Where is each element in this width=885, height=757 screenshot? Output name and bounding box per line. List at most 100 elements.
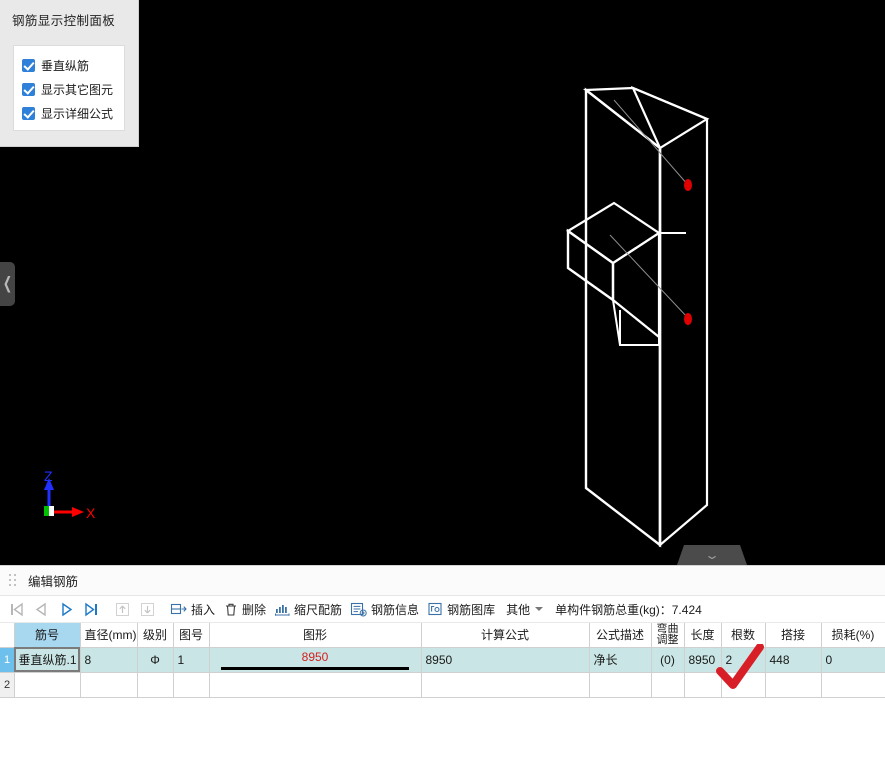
cell-bend-adjust[interactable]	[651, 672, 685, 698]
cell-shape[interactable]: 8950	[209, 647, 422, 673]
chevron-left-icon: ❮	[2, 274, 13, 293]
move-up-button[interactable]	[110, 598, 135, 621]
col-header-lap[interactable]: 搭接	[765, 623, 822, 648]
cell-rebar-no[interactable]	[14, 672, 81, 698]
col-header-shape[interactable]: 图形	[209, 623, 422, 648]
edit-rebar-pane: 编辑钢筋 插入 删除 缩尺配筋 钢筋信息 钢筋图库 其他 单构件钢筋总重(kg)…	[0, 565, 885, 757]
checkbox-label: 显示详细公式	[41, 106, 114, 121]
shape-bar-graphic	[221, 666, 409, 670]
cell-count[interactable]	[721, 672, 766, 698]
rebar-library-label: 钢筋图库	[447, 602, 496, 617]
last-record-button[interactable]	[79, 598, 104, 621]
rebar-display-control-panel: 钢筋显示控制面板 垂直纵筋 显示其它图元 显示详细公式	[0, 0, 139, 147]
chevron-down-icon	[535, 607, 544, 611]
cell-shape[interactable]	[209, 672, 422, 698]
table-header-row: 筋号 直径(mm) 级别 图号 图形 计算公式 公式描述 弯曲调整 长度 根数 …	[0, 623, 885, 648]
chevron-down-icon: ⌄	[703, 548, 721, 562]
next-record-button[interactable]	[54, 598, 79, 621]
col-header-grade[interactable]: 级别	[137, 623, 174, 648]
gutter-corner[interactable]	[0, 623, 15, 648]
cell-loss[interactable]	[821, 672, 885, 698]
control-panel-options: 垂直纵筋 显示其它图元 显示详细公式	[13, 45, 125, 131]
insert-row-label: 插入	[191, 602, 216, 617]
drag-grip-icon[interactable]	[9, 573, 18, 588]
first-record-button[interactable]	[4, 598, 29, 621]
cell-rebar-no[interactable]: 垂直纵筋.1	[14, 647, 81, 673]
rebar-table[interactable]: 筋号 直径(mm) 级别 图号 图形 计算公式 公式描述 弯曲调整 长度 根数 …	[0, 623, 885, 698]
first-record-icon	[11, 602, 23, 616]
col-header-formula[interactable]: 计算公式	[421, 623, 590, 648]
cell-loss[interactable]: 0	[821, 647, 885, 673]
checkbox-show-other-elements[interactable]: 显示其它图元	[22, 77, 124, 101]
rebar-table-wrapper: 筋号 直径(mm) 级别 图号 图形 计算公式 公式描述 弯曲调整 长度 根数 …	[0, 623, 885, 698]
cell-formula-desc[interactable]: 净长	[589, 647, 652, 673]
arrow-up-icon	[116, 602, 129, 616]
cell-formula[interactable]	[421, 672, 590, 698]
col-header-count[interactable]: 根数	[721, 623, 766, 648]
checkbox-checked-icon[interactable]	[22, 106, 35, 120]
rebar-toolbar: 插入 删除 缩尺配筋 钢筋信息 钢筋图库 其他 单构件钢筋总重(kg)：7.42…	[0, 596, 885, 623]
delete-row-label: 删除	[242, 602, 267, 617]
total-weight-label: 单构件钢筋总重(kg)：7.424	[555, 602, 702, 617]
delete-row-button[interactable]: 删除	[219, 598, 270, 621]
left-panel-toggle[interactable]: ❮	[0, 262, 15, 306]
insert-row-icon	[170, 603, 187, 614]
svg-text:X: X	[86, 505, 96, 521]
col-header-loss[interactable]: 损耗(%)	[821, 623, 885, 648]
trash-icon	[226, 603, 237, 616]
rebar-endpoint-top	[684, 179, 692, 191]
prev-record-button[interactable]	[29, 598, 54, 621]
svg-text:Z: Z	[44, 468, 53, 484]
checkbox-vertical-rebar[interactable]: 垂直纵筋	[22, 53, 124, 77]
cell-grade[interactable]: Φ	[137, 647, 174, 673]
cell-formula-desc[interactable]	[589, 672, 652, 698]
cell-shape-no[interactable]: 1	[173, 647, 210, 673]
cell-diameter[interactable]	[80, 672, 138, 698]
arrow-down-icon	[141, 602, 154, 616]
other-menu-label: 其他	[506, 602, 531, 617]
model-3d-viewport[interactable]: Z X ❮ ⌄ 钢筋显示控制面板 垂直纵筋 显示其它图元 显示详细公式	[0, 0, 885, 565]
axis-gizmo: Z X	[44, 468, 96, 521]
rebar-library-button[interactable]: 钢筋图库	[423, 598, 499, 621]
insert-row-button[interactable]: 插入	[166, 598, 219, 621]
col-header-rebar-no[interactable]: 筋号	[14, 623, 81, 648]
col-header-bend-adjust[interactable]: 弯曲调整	[651, 623, 685, 648]
rebar-info-label: 钢筋信息	[371, 602, 420, 617]
move-down-button[interactable]	[135, 598, 160, 621]
cell-diameter[interactable]: 8	[80, 647, 138, 673]
row-number[interactable]: 1	[0, 647, 15, 673]
next-record-icon	[62, 602, 73, 616]
table-row[interactable]: 1 垂直纵筋.1 8 Φ 1 8950 8950 净长 (0) 8950 2 4…	[0, 647, 885, 673]
table-row[interactable]: 2	[0, 672, 885, 698]
scale-rebar-button[interactable]: 缩尺配筋	[270, 598, 346, 621]
last-record-icon	[85, 602, 97, 616]
col-header-diameter[interactable]: 直径(mm)	[80, 623, 138, 648]
cell-lap[interactable]: 448	[765, 647, 822, 673]
cell-length[interactable]	[684, 672, 722, 698]
cell-lap[interactable]	[765, 672, 822, 698]
checkbox-label: 显示其它图元	[41, 82, 114, 97]
rebar-endpoint-bottom	[684, 313, 692, 325]
scale-rebar-label: 缩尺配筋	[294, 602, 343, 617]
cell-bend-adjust[interactable]: (0)	[651, 647, 685, 673]
col-header-formula-desc[interactable]: 公式描述	[589, 623, 652, 648]
cell-shape-no[interactable]	[173, 672, 210, 698]
viewport-collapse-handle[interactable]: ⌄	[677, 545, 747, 565]
shape-dimension-label: 8950	[301, 649, 329, 664]
cell-formula[interactable]: 8950	[421, 647, 590, 673]
pane-title-bar: 编辑钢筋	[0, 566, 885, 596]
col-header-shape-no[interactable]: 图号	[173, 623, 210, 648]
scale-rebar-icon	[275, 604, 290, 616]
cell-grade[interactable]	[137, 672, 174, 698]
checkbox-checked-icon[interactable]	[22, 82, 35, 96]
other-menu-button[interactable]: 其他	[499, 598, 547, 621]
row-number[interactable]: 2	[0, 672, 15, 698]
cell-length[interactable]: 8950	[684, 647, 722, 673]
cell-count[interactable]: 2	[721, 647, 766, 673]
checkbox-checked-icon[interactable]	[22, 58, 35, 72]
checkbox-show-detailed-formula[interactable]: 显示详细公式	[22, 101, 124, 125]
rebar-info-button[interactable]: 钢筋信息	[346, 598, 423, 621]
col-header-length[interactable]: 长度	[684, 623, 722, 648]
pane-title-label: 编辑钢筋	[28, 575, 79, 589]
rebar-info-icon	[350, 602, 367, 616]
